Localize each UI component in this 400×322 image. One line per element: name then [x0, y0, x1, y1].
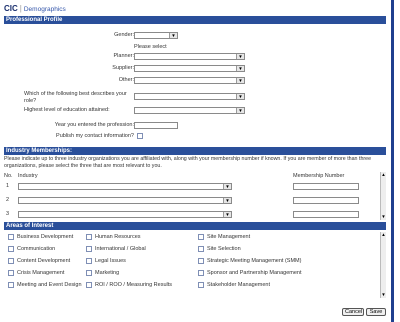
interest-checkbox[interactable] [198, 282, 204, 288]
chevron-down-icon: ▼ [236, 94, 244, 99]
planner-select[interactable]: ▼ [134, 53, 245, 60]
please-select-hint: Please select [134, 44, 167, 50]
interest-checkbox[interactable] [198, 258, 204, 264]
interest-label: Sponsor and Partnership Management [207, 270, 302, 276]
supplier-label: Supplier: [112, 65, 134, 71]
areas-of-interest-list: Business Development Communication Content… [4, 234, 380, 298]
interest-checkbox[interactable] [86, 258, 92, 264]
industry-row-number: 3 [6, 211, 10, 217]
chevron-down-icon: ▼ [169, 33, 177, 38]
interest-checkbox[interactable] [86, 282, 92, 288]
subtitle-text: Demographics [23, 6, 66, 13]
role-select[interactable]: ▼ [134, 93, 245, 100]
brand-text: CIC [4, 4, 18, 13]
interest-checkbox[interactable] [198, 270, 204, 276]
interest-label: Communication [17, 246, 56, 252]
interest-checkbox[interactable] [8, 270, 14, 276]
interest-label: Site Management [207, 234, 251, 240]
interest-checkbox[interactable] [8, 258, 14, 264]
interest-label: ROI / ROO / Measuring Results [95, 282, 173, 288]
interest-checkbox[interactable] [86, 234, 92, 240]
other-select[interactable]: ▼ [134, 77, 245, 84]
interest-checkbox[interactable] [198, 246, 204, 252]
right-border-rule [391, 0, 394, 322]
demographics-page: CIC | Demographics Professional Profile Ge… [4, 2, 386, 320]
interest-label: Legal Issues [95, 258, 126, 264]
areas-of-interest-header: Areas of Interest [4, 222, 386, 230]
title-separator: | [19, 4, 22, 13]
chevron-down-icon: ▼ [223, 184, 231, 189]
year-label: Year you entered the profession: [54, 122, 134, 128]
professional-profile-header: Professional Profile [4, 16, 386, 24]
interest-checkbox[interactable] [198, 234, 204, 240]
publish-label: Publish my contact information? [56, 133, 134, 139]
chevron-down-icon: ▼ [223, 212, 231, 217]
membership-number-input-1[interactable] [293, 183, 359, 190]
chevron-down-icon: ▼ [223, 198, 231, 203]
interest-label: Site Selection [207, 246, 241, 252]
industry-select-3[interactable]: ▼ [18, 211, 232, 218]
interest-checkbox[interactable] [8, 234, 14, 240]
scroll-up-icon[interactable]: ▲ [381, 232, 386, 238]
membership-number-input-2[interactable] [293, 197, 359, 204]
interest-label: Crisis Management [17, 270, 65, 276]
interest-checkbox[interactable] [8, 282, 14, 288]
interest-label: International / Global [95, 246, 146, 252]
chevron-down-icon: ▼ [236, 54, 244, 59]
gender-label: Gender: [114, 32, 134, 38]
interest-label: Stakeholder Management [207, 282, 270, 288]
interest-label: Strategic Meeting Management (SMM) [207, 258, 302, 264]
year-input[interactable] [134, 122, 178, 129]
industry-row-number: 2 [6, 197, 10, 203]
gender-select[interactable]: ▼ [134, 32, 178, 39]
page-title: CIC | Demographics [4, 4, 66, 13]
industry-select-2[interactable]: ▼ [18, 197, 232, 204]
interest-checkbox[interactable] [8, 246, 14, 252]
save-button[interactable]: Save [366, 308, 386, 316]
scroll-down-icon[interactable]: ▼ [381, 292, 386, 298]
scroll-down-icon[interactable]: ▼ [381, 214, 386, 220]
scroll-up-icon[interactable]: ▲ [381, 172, 386, 178]
role-label: Which of the following best describes yo… [24, 91, 127, 104]
interest-label: Marketing [95, 270, 120, 276]
col-no-header: No. [4, 173, 13, 179]
interest-label: Content Development [17, 258, 71, 264]
interest-checkbox[interactable] [86, 270, 92, 276]
chevron-down-icon: ▼ [236, 78, 244, 83]
interest-label: Business Development [17, 234, 74, 240]
industry-row-number: 1 [6, 183, 10, 189]
interest-label: Meeting and Event Design [17, 282, 82, 288]
areas-scrollbar[interactable]: ▲ ▼ [380, 232, 386, 298]
cancel-button[interactable]: Cancel [342, 308, 364, 316]
other-label: Other: [118, 77, 134, 83]
education-select[interactable]: ▼ [134, 107, 245, 114]
industry-select-1[interactable]: ▼ [18, 183, 232, 190]
interest-label: Human Resources [95, 234, 141, 240]
industry-instructions: Please indicate up to three industry org… [4, 156, 372, 169]
industry-memberships-header: Industry Memberships: [4, 147, 386, 155]
supplier-select[interactable]: ▼ [134, 65, 245, 72]
chevron-down-icon: ▼ [236, 66, 244, 71]
industry-scrollbar[interactable]: ▲ ▼ [380, 172, 386, 220]
publish-checkbox[interactable] [137, 133, 143, 139]
membership-number-input-3[interactable] [293, 211, 359, 218]
chevron-down-icon: ▼ [236, 108, 244, 113]
col-industry-header: Industry [18, 173, 38, 179]
col-membership-header: Membership Number [293, 173, 345, 179]
interest-checkbox[interactable] [86, 246, 92, 252]
planner-label: Planner: [113, 53, 135, 59]
